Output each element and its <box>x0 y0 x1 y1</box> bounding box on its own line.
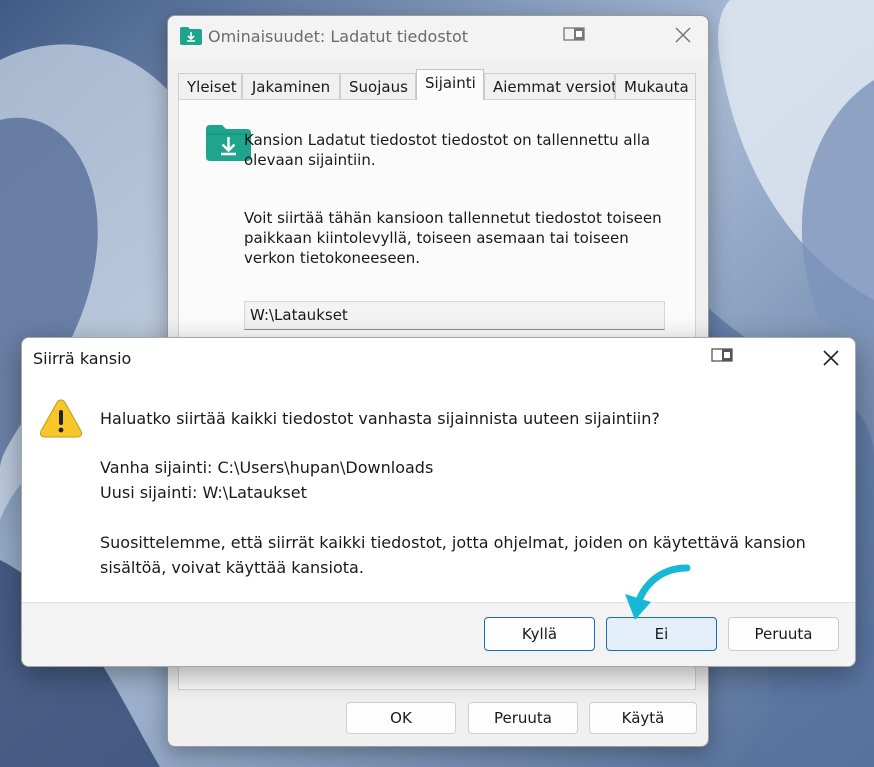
cancel-button[interactable]: Peruuta <box>728 617 839 651</box>
tab-aiemmat-versiot[interactable]: Aiemmat versiot <box>484 73 617 99</box>
tab-yleiset[interactable]: Yleiset <box>178 73 242 99</box>
warning-icon <box>39 399 83 438</box>
properties-title: Ominaisuudet: Ladatut tiedostot <box>208 27 469 46</box>
tab-sijainti[interactable]: Sijainti <box>416 69 484 100</box>
tab-mukauta[interactable]: Mukauta <box>615 73 696 99</box>
download-folder-icon <box>180 27 202 45</box>
apply-button[interactable]: Käytä <box>589 702 697 734</box>
tab-suojaus[interactable]: Suojaus <box>340 73 416 99</box>
move-folder-dialog: Siirrä kansio Haluatko siirtää kaikki ti… <box>21 337 856 667</box>
properties-titlebar[interactable]: Ominaisuudet: Ladatut tiedostot <box>168 16 708 60</box>
cancel-button[interactable]: Peruuta <box>468 702 578 734</box>
dialog-question: Haluatko siirtää kaikki tiedostot vanhas… <box>100 409 660 428</box>
tab-jakaminen[interactable]: Jakaminen <box>242 73 340 99</box>
ok-button[interactable]: OK <box>346 702 456 734</box>
close-icon[interactable] <box>821 348 841 368</box>
new-location-text: Uusi sijainti: W:\Lataukset <box>100 483 307 502</box>
location-description: Kansion Ladatut tiedostot tiedostot on t… <box>244 131 651 169</box>
location-path-input[interactable]: W:\Lataukset <box>244 301 665 330</box>
recommendation-text-line1: Suosittelemme, että siirrät kaikki tiedo… <box>100 533 806 552</box>
recommendation-text-line2: sisältöä, voivat käyttää kansiota. <box>100 558 364 577</box>
move-description: Voit siirtää tähän kansioon tallennetut … <box>244 209 662 267</box>
yes-button[interactable]: Kyllä <box>484 617 595 651</box>
snap-layout-icon[interactable] <box>563 27 585 41</box>
tab-strip: Yleiset Jakaminen Suojaus Sijainti Aiemm… <box>178 69 698 100</box>
no-button[interactable]: Ei <box>606 617 717 651</box>
dialog-title: Siirrä kansio <box>33 349 132 368</box>
snap-layout-icon[interactable] <box>711 348 733 362</box>
close-icon[interactable] <box>672 24 694 46</box>
old-location-text: Vanha sijainti: C:\Users\hupan\Downloads <box>100 458 434 477</box>
